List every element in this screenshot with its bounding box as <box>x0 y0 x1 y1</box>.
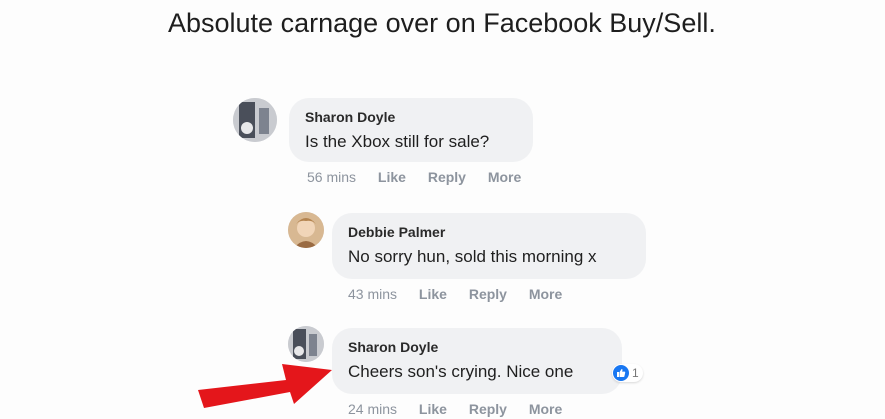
reply-link[interactable]: Reply <box>469 286 507 302</box>
reply-link[interactable]: Reply <box>428 169 466 185</box>
comment-author[interactable]: Debbie Palmer <box>348 223 628 241</box>
reaction-badge[interactable]: 1 <box>612 364 643 382</box>
avatar[interactable] <box>288 212 324 248</box>
thumbs-up-icon <box>613 365 629 381</box>
reaction-count: 1 <box>632 366 639 380</box>
comment-bubble: Sharon Doyle Cheers son's crying. Nice o… <box>332 328 622 394</box>
more-link[interactable]: More <box>529 401 562 417</box>
more-link[interactable]: More <box>488 169 521 185</box>
more-link[interactable]: More <box>529 286 562 302</box>
screenshot-stage: Absolute carnage over on Facebook Buy/Se… <box>0 0 885 419</box>
like-link[interactable]: Like <box>378 169 406 185</box>
comment-bubble: Sharon Doyle Is the Xbox still for sale? <box>289 98 533 162</box>
like-link[interactable]: Like <box>419 286 447 302</box>
like-link[interactable]: Like <box>419 401 447 417</box>
comment-bubble: Debbie Palmer No sorry hun, sold this mo… <box>332 213 646 279</box>
comment-text: Cheers son's crying. Nice one <box>348 362 574 381</box>
comment-actions: 43 mins Like Reply More <box>348 286 580 302</box>
red-arrow-icon <box>198 364 332 408</box>
avatar[interactable] <box>233 98 277 142</box>
comment-author[interactable]: Sharon Doyle <box>305 108 515 126</box>
comment-actions: 24 mins Like Reply More <box>348 401 580 417</box>
comment-timestamp[interactable]: 43 mins <box>348 286 397 302</box>
comment-timestamp[interactable]: 56 mins <box>307 169 356 185</box>
reply-link[interactable]: Reply <box>469 401 507 417</box>
comment-timestamp[interactable]: 24 mins <box>348 401 397 417</box>
comment-author[interactable]: Sharon Doyle <box>348 338 604 356</box>
comment-actions: 56 mins Like Reply More <box>307 169 539 185</box>
comment-text: No sorry hun, sold this morning x <box>348 247 597 266</box>
comment-text: Is the Xbox still for sale? <box>305 132 490 151</box>
post-caption: Absolute carnage over on Facebook Buy/Se… <box>168 8 716 38</box>
